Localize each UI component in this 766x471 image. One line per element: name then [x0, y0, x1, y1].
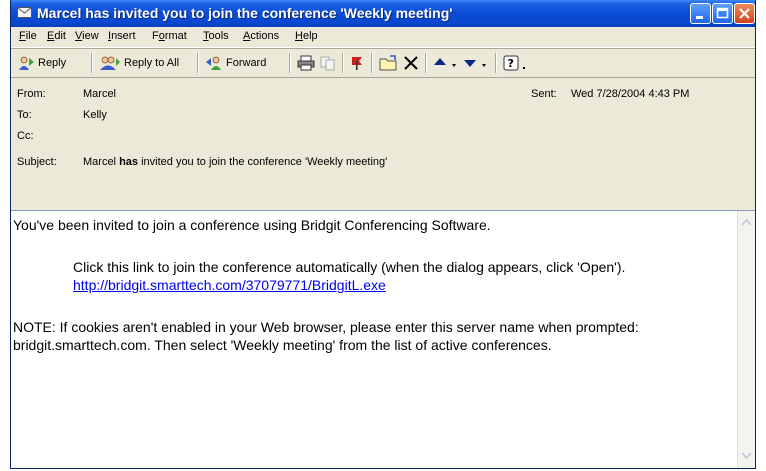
- minimize-button[interactable]: [690, 3, 711, 24]
- body-intro: You've been invited to join a conference…: [13, 217, 491, 233]
- forward-icon: [206, 56, 221, 70]
- subject-label: Subject:: [17, 156, 57, 168]
- delete-icon: [404, 56, 418, 70]
- menu-tools[interactable]: Tools: [203, 30, 229, 42]
- maximize-icon: [716, 7, 729, 19]
- close-button[interactable]: [734, 3, 755, 24]
- copy-icon: [320, 56, 335, 71]
- vertical-scrollbar[interactable]: [737, 211, 755, 468]
- menu-insert[interactable]: Insert: [108, 30, 136, 42]
- menu-format[interactable]: Format: [152, 30, 187, 42]
- flag-icon: [352, 57, 362, 70]
- window-title: Marcel has invited you to join the confe…: [37, 5, 453, 21]
- move-to-folder-button[interactable]: [379, 53, 402, 73]
- reply-button[interactable]: Reply: [17, 53, 66, 73]
- toolbar-separator: [342, 53, 344, 73]
- menu-actions[interactable]: Actions: [243, 30, 279, 42]
- cc-label: Cc:: [17, 130, 34, 142]
- next-item-button[interactable]: [463, 53, 492, 73]
- copy-button[interactable]: [319, 53, 340, 73]
- toolbar: Reply Reply to All Forward ?: [11, 49, 755, 78]
- body-instruction: Click this link to join the conference a…: [73, 259, 626, 275]
- message-body[interactable]: You've been invited to join a conference…: [11, 210, 755, 468]
- down-arrow-icon: [464, 60, 486, 67]
- toolbar-separator: [197, 53, 199, 73]
- toolbar-separator: [425, 53, 427, 73]
- title-bar[interactable]: Marcel has invited you to join the confe…: [11, 0, 755, 27]
- delete-button[interactable]: [403, 53, 422, 73]
- menu-bar: File Edit View Insert Format Tools Actio…: [11, 27, 755, 48]
- subject-value: Marcel has invited you to join the confe…: [83, 156, 388, 168]
- toolbar-separator: [371, 53, 373, 73]
- svg-text:?: ?: [508, 57, 514, 70]
- print-button[interactable]: [297, 53, 318, 73]
- up-arrow-icon: [434, 58, 456, 67]
- scroll-down-icon[interactable]: [741, 452, 752, 459]
- toolbar-separator: [289, 53, 291, 73]
- reply-icon: [19, 56, 34, 70]
- sent-label: Sent:: [531, 88, 557, 100]
- help-icon: ?: [503, 55, 525, 71]
- scroll-up-icon[interactable]: [741, 219, 752, 226]
- from-value: Marcel: [83, 88, 117, 100]
- to-value: Kelly: [83, 109, 107, 121]
- flag-button[interactable]: [349, 53, 368, 73]
- body-note-line2: bridgit.smarttech.com. Then select 'Week…: [13, 337, 552, 353]
- body-note-line1: NOTE: If cookies aren't enabled in your …: [13, 319, 639, 335]
- menu-file[interactable]: File: [19, 30, 37, 42]
- message-header: From: Marcel Sent: Wed 7/28/2004 4:43 PM…: [11, 78, 755, 208]
- maximize-button[interactable]: [712, 3, 733, 24]
- from-label: From:: [17, 88, 46, 100]
- previous-item-button[interactable]: [433, 53, 462, 73]
- toolbar-separator: [495, 53, 497, 73]
- reply-all-icon: [100, 56, 120, 70]
- close-icon: [739, 8, 750, 19]
- printer-icon: [297, 55, 315, 71]
- reply-all-button[interactable]: Reply to All: [99, 53, 179, 73]
- envelope-icon: [17, 7, 32, 18]
- move-to-folder-icon: [379, 55, 397, 71]
- menu-view[interactable]: View: [75, 30, 99, 42]
- message-window: Marcel has invited you to join the confe…: [10, 0, 756, 469]
- menu-edit[interactable]: Edit: [47, 30, 66, 42]
- to-label: To:: [17, 109, 32, 121]
- help-button[interactable]: ?: [503, 53, 532, 73]
- menu-help[interactable]: Help: [295, 30, 318, 42]
- conference-link[interactable]: http://bridgit.smarttech.com/37079771/Br…: [73, 277, 386, 293]
- sent-value: Wed 7/28/2004 4:43 PM: [571, 88, 690, 100]
- toolbar-separator: [91, 53, 93, 73]
- forward-button[interactable]: Forward: [205, 53, 266, 73]
- minimize-icon: [696, 16, 703, 19]
